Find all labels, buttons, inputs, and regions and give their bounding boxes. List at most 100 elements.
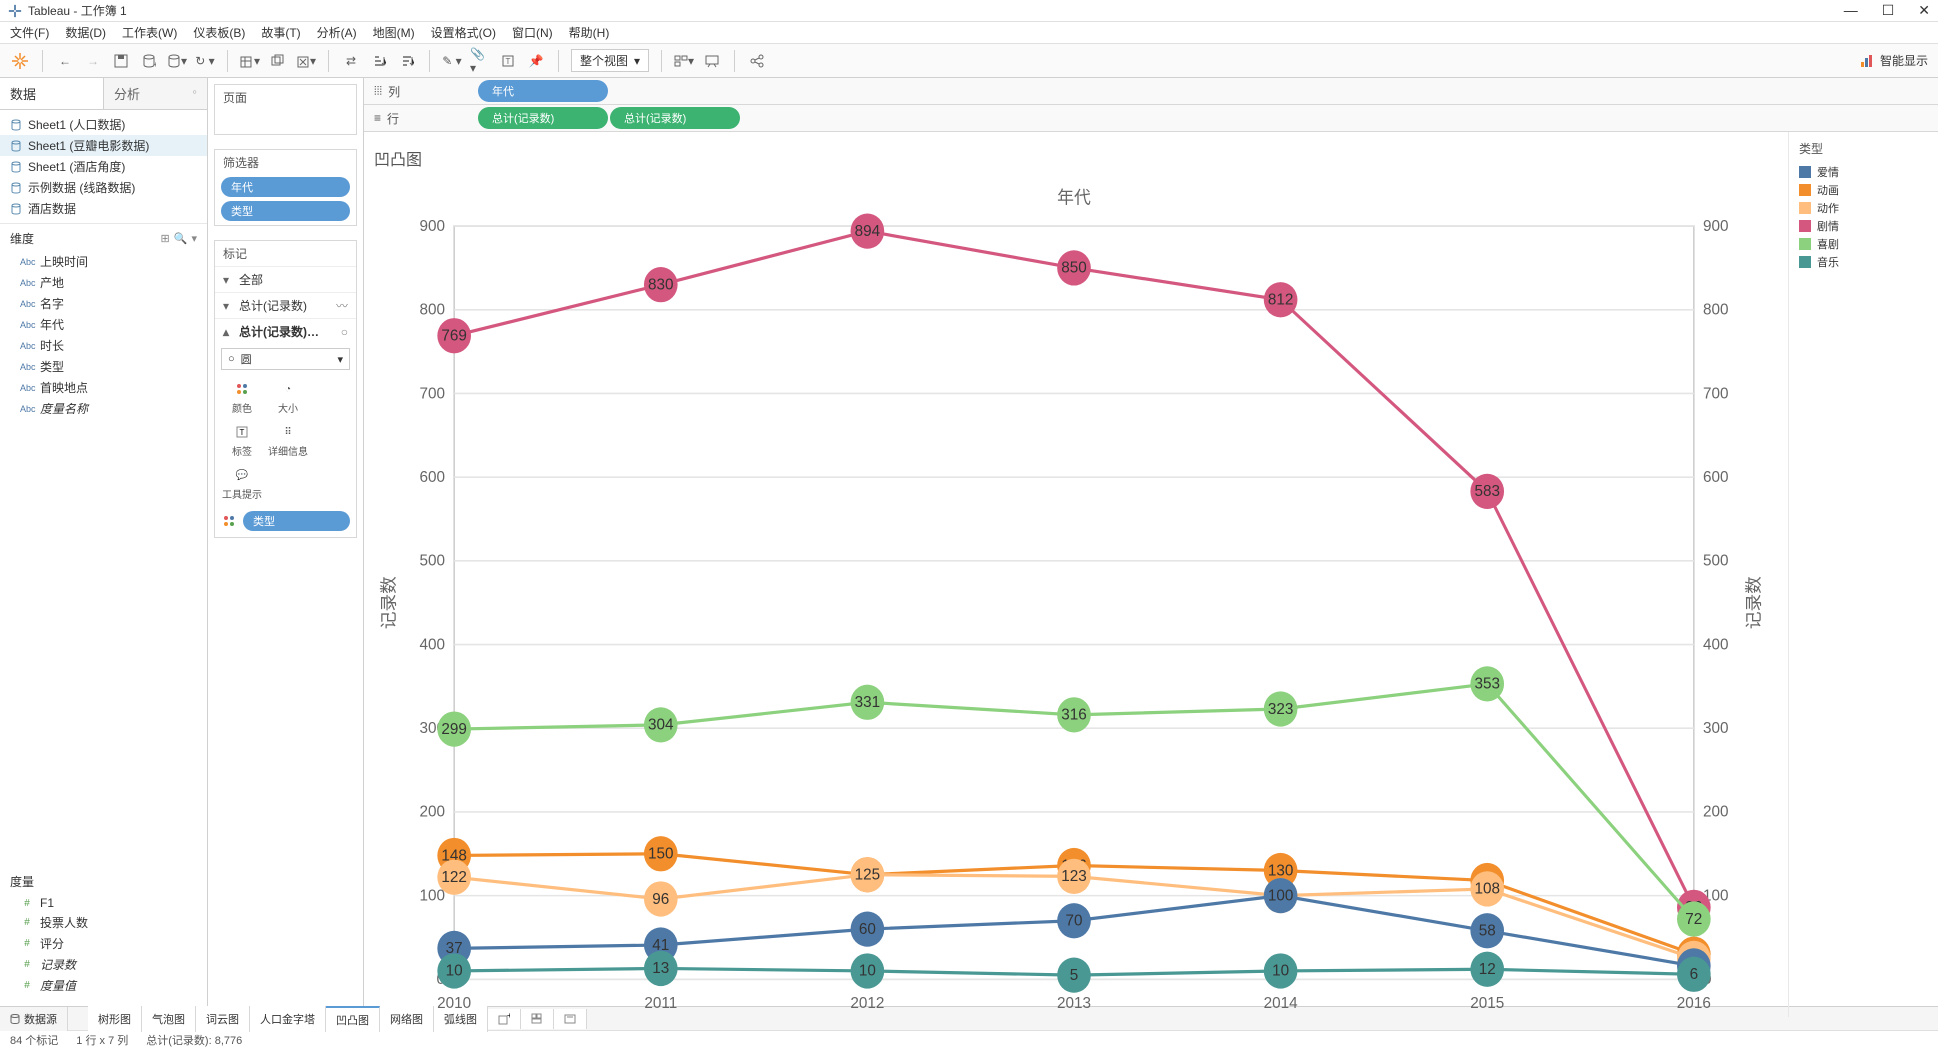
field-item[interactable]: #度量值 xyxy=(0,975,207,996)
pause-icon[interactable]: ▾ xyxy=(167,51,187,71)
menu-format[interactable]: 设置格式(O) xyxy=(431,24,496,41)
legend-item[interactable]: 动作 xyxy=(1799,199,1928,217)
highlight-icon[interactable]: ✎ ▾ xyxy=(442,51,462,71)
menu-analysis[interactable]: 分析(A) xyxy=(317,24,357,41)
refresh-icon[interactable]: ↻ ▾ xyxy=(195,51,215,71)
duplicate-icon[interactable] xyxy=(268,51,288,71)
datasource-item[interactable]: Sheet1 (豆瓣电影数据) xyxy=(0,135,207,156)
rows-shelf[interactable]: ≡行 总计(记录数) 总计(记录数) xyxy=(364,105,1938,132)
data-label: 13 xyxy=(652,960,669,977)
columns-shelf[interactable]: ⦙⦙⦙列 年代 xyxy=(364,78,1938,105)
fit-dropdown[interactable]: 整个视图 ▾ xyxy=(571,49,649,72)
sort-asc-icon[interactable] xyxy=(369,51,389,71)
legend-item[interactable]: 动画 xyxy=(1799,181,1928,199)
field-item[interactable]: Abc名字 xyxy=(0,293,207,314)
minimize-button[interactable]: — xyxy=(1844,2,1858,19)
series-line[interactable] xyxy=(454,231,1694,907)
group-icon[interactable]: 📎 ▾ xyxy=(470,51,490,71)
share-icon[interactable] xyxy=(747,51,767,71)
y-tick-label-right: 900 xyxy=(1703,218,1729,235)
field-item[interactable]: Abc上映时间 xyxy=(0,251,207,272)
field-type-icon: Abc xyxy=(20,257,34,267)
dimensions-header: 维度 xyxy=(10,230,34,247)
rows-pill[interactable]: 总计(记录数) xyxy=(478,107,608,129)
x-tick-label: 2015 xyxy=(1470,995,1504,1012)
field-item[interactable]: Abc首映地点 xyxy=(0,377,207,398)
datasource-item[interactable]: Sheet1 (酒店角度) xyxy=(0,156,207,177)
sort-desc-icon[interactable] xyxy=(397,51,417,71)
new-worksheet-icon[interactable]: ▾ xyxy=(240,51,260,71)
datasource-item[interactable]: Sheet1 (人口数据) xyxy=(0,114,207,135)
legend-item[interactable]: 喜剧 xyxy=(1799,235,1928,253)
chart-title: 凹凸图 xyxy=(370,142,1778,178)
presentation-icon[interactable] xyxy=(702,51,722,71)
swap-icon[interactable]: ⇄ xyxy=(341,51,361,71)
save-icon[interactable] xyxy=(111,51,131,71)
field-item[interactable]: Abc度量名称 xyxy=(0,398,207,419)
menu-window[interactable]: 窗口(N) xyxy=(512,24,553,41)
clear-icon[interactable]: ▾ xyxy=(296,51,316,71)
field-item[interactable]: Abc类型 xyxy=(0,356,207,377)
field-item[interactable]: #投票人数 xyxy=(0,912,207,933)
datasource-tab[interactable]: 数据源 xyxy=(0,1007,68,1031)
menu-dashboard[interactable]: 仪表板(B) xyxy=(193,24,245,41)
field-type-icon: # xyxy=(20,898,34,909)
forward-icon[interactable]: → xyxy=(83,51,103,71)
tab-data[interactable]: 数据 xyxy=(0,78,103,109)
chart-canvas[interactable]: 年代00100100200200300300400400500500600600… xyxy=(370,178,1778,1043)
view-icon[interactable]: ⊞ xyxy=(161,232,170,245)
filter-pill[interactable]: 类型 xyxy=(221,201,350,221)
tableau-icon[interactable] xyxy=(10,51,30,71)
data-label: 125 xyxy=(855,866,881,883)
mark-size-button[interactable]: ◔大小 xyxy=(265,376,311,419)
field-item[interactable]: Abc产地 xyxy=(0,272,207,293)
mark-tooltip-button[interactable]: 💬工具提示 xyxy=(219,462,265,505)
menu-icon[interactable]: ▾ xyxy=(191,232,197,245)
data-label: 10 xyxy=(1272,962,1289,979)
menu-worksheet[interactable]: 工作表(W) xyxy=(122,24,177,41)
menu-map[interactable]: 地图(M) xyxy=(373,24,415,41)
filter-pill[interactable]: 年代 xyxy=(221,177,350,197)
mark-type-dropdown[interactable]: ○圆▾ xyxy=(221,348,350,370)
mark-detail-button[interactable]: ⠿详细信息 xyxy=(265,419,311,462)
rows-pill[interactable]: 总计(记录数) xyxy=(610,107,740,129)
sheet-tab[interactable]: 词云图 xyxy=(196,1006,250,1032)
menu-help[interactable]: 帮助(H) xyxy=(569,24,610,41)
marks-row[interactable]: ▾总计(记录数)〰 xyxy=(215,292,356,318)
y-tick-label: 100 xyxy=(419,887,445,904)
sheet-tab[interactable]: 人口金字塔 xyxy=(250,1006,326,1032)
mark-label-button[interactable]: T标签 xyxy=(219,419,265,462)
close-button[interactable]: ✕ xyxy=(1918,2,1930,19)
maximize-button[interactable]: ☐ xyxy=(1882,2,1895,19)
legend-item[interactable]: 音乐 xyxy=(1799,253,1928,271)
show-cards-icon[interactable]: ▾ xyxy=(674,51,694,71)
sheet-tab[interactable]: 树形图 xyxy=(88,1006,142,1032)
labels-icon[interactable]: T xyxy=(498,51,518,71)
datasource-item[interactable]: 酒店数据 xyxy=(0,198,207,219)
legend-item[interactable]: 剧情 xyxy=(1799,217,1928,235)
color-pill[interactable]: 类型 xyxy=(243,511,350,531)
marks-row-active[interactable]: ▴总计(记录数)…○ xyxy=(215,318,356,344)
field-item[interactable]: #记录数 xyxy=(0,954,207,975)
data-label: 304 xyxy=(648,716,674,733)
sheet-tab[interactable]: 气泡图 xyxy=(142,1006,196,1032)
back-icon[interactable]: ← xyxy=(55,51,75,71)
field-item[interactable]: Abc年代 xyxy=(0,314,207,335)
tab-analytics[interactable]: 分析 ◦ xyxy=(103,78,207,109)
pin-icon[interactable]: 📌 xyxy=(526,51,546,71)
show-me-button[interactable]: 智能显示 xyxy=(1860,52,1928,69)
search-icon[interactable]: 🔍 xyxy=(174,232,188,245)
menu-data[interactable]: 数据(D) xyxy=(65,24,106,41)
field-item[interactable]: Abc时长 xyxy=(0,335,207,356)
menu-file[interactable]: 文件(F) xyxy=(10,24,49,41)
field-item[interactable]: #评分 xyxy=(0,933,207,954)
field-item[interactable]: #F1 xyxy=(0,894,207,912)
columns-pill[interactable]: 年代 xyxy=(478,80,608,102)
mark-color-button[interactable]: 颜色 xyxy=(219,376,265,419)
legend-item[interactable]: 爱情 xyxy=(1799,163,1928,181)
marks-all-row[interactable]: ▾全部 xyxy=(215,266,356,292)
datasource-item[interactable]: 示例数据 (线路数据) xyxy=(0,177,207,198)
svg-text:T: T xyxy=(240,428,245,437)
menu-story[interactable]: 故事(T) xyxy=(261,24,300,41)
new-datasource-icon[interactable]: + xyxy=(139,51,159,71)
